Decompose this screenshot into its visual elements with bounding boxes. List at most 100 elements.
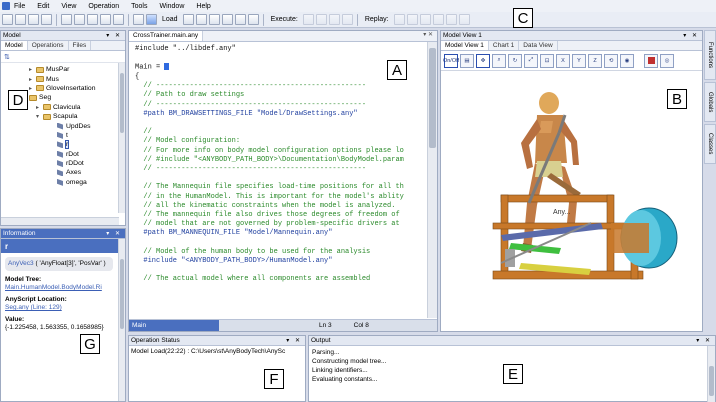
camera-icon[interactable]: ◉ (620, 53, 634, 68)
cut-icon[interactable] (61, 14, 72, 25)
load-button[interactable]: Load (162, 16, 178, 23)
redo-icon[interactable] (113, 14, 124, 25)
tree-item[interactable]: ▾ Scapula (1, 112, 117, 121)
save-all-icon[interactable] (41, 14, 52, 25)
view-y-icon[interactable]: Y (572, 53, 586, 68)
tree-item[interactable]: UpdDes (1, 121, 117, 130)
expand-icon[interactable]: ▸ (36, 104, 43, 111)
tree-item[interactable]: rDot (1, 150, 117, 159)
align-icon[interactable] (195, 14, 207, 25)
code-line[interactable]: Main = (135, 63, 427, 73)
replay-last-icon[interactable] (445, 14, 457, 25)
tab-operations[interactable]: Operations (28, 41, 69, 50)
load-model-icon[interactable] (146, 14, 157, 25)
code-line[interactable] (135, 174, 427, 183)
code-line[interactable]: #include "<ANYBODY_PATH_BODY>/HumanModel… (135, 257, 427, 266)
code-line[interactable] (135, 266, 427, 275)
rotate-icon[interactable]: ↻ (508, 53, 522, 68)
view-settings-icon[interactable]: ▤ (460, 53, 474, 68)
code-line[interactable]: // -------------------------------------… (135, 82, 427, 91)
menu-window[interactable]: Window (159, 3, 184, 10)
comment-icon[interactable] (208, 14, 220, 25)
replay-play-icon[interactable] (419, 14, 431, 25)
break-icon[interactable] (341, 14, 353, 25)
code-line[interactable]: // The mannequin file also drives those … (135, 211, 427, 220)
code-line[interactable] (135, 54, 427, 63)
side-tab-globals[interactable]: Globals (704, 82, 716, 122)
panel-controls[interactable]: ▾ ✕ (683, 32, 702, 39)
view-x-icon[interactable]: X (556, 53, 570, 68)
code-line[interactable]: // Model configuration: (135, 137, 427, 146)
output-scrollbar[interactable] (707, 346, 715, 402)
tab-crosstrainer[interactable]: CrossTrainer.main.any (129, 31, 204, 41)
code-line[interactable]: { (135, 73, 427, 82)
record-icon[interactable] (644, 53, 658, 68)
side-tab-classes[interactable]: Classes (704, 124, 716, 164)
paste-icon[interactable] (87, 14, 98, 25)
replay-loop-icon[interactable] (458, 14, 470, 25)
tree-item[interactable]: Axes (1, 168, 117, 177)
open-folder-icon[interactable] (15, 14, 26, 25)
code-line[interactable]: #include "../libdef.any" (135, 45, 427, 54)
location-link[interactable]: Seg.any (Line: 129) (5, 304, 121, 312)
code-line[interactable]: // The Mannequin file specifies load-tim… (135, 183, 427, 192)
rotate-view-icon[interactable]: ⟲ (604, 53, 618, 68)
menu-tools[interactable]: Tools (131, 3, 147, 10)
code-line[interactable]: // all the kinematic constraints when th… (135, 202, 427, 211)
tab-data-view[interactable]: Data View (519, 41, 558, 50)
tree-item[interactable]: rDDot (1, 159, 117, 168)
menu-file[interactable]: File (14, 3, 25, 10)
uncomment-icon[interactable] (221, 14, 233, 25)
step-icon[interactable] (328, 14, 340, 25)
tab-model[interactable]: Model (1, 41, 28, 50)
side-tab-functions[interactable]: Functions (704, 30, 716, 80)
format-icon[interactable] (182, 14, 194, 25)
replay-prev-icon[interactable] (406, 14, 418, 25)
code-line[interactable]: #path BM_MANNEQUIN_FILE "Model/Mannequin… (135, 229, 427, 238)
tree-item[interactable]: ▸ MusPar (1, 65, 117, 74)
code-editor[interactable]: #include "../libdef.any" Main = { // ----… (129, 42, 427, 318)
tree-item[interactable]: omega (1, 178, 117, 187)
expand-icon[interactable]: ▸ (29, 76, 36, 83)
menu-operation[interactable]: Operation (88, 3, 119, 10)
zoom-icon[interactable]: ⌕ (492, 53, 506, 68)
expand-icon[interactable]: ▸ (29, 66, 36, 73)
code-line[interactable]: // (135, 128, 427, 137)
model-tree-link[interactable]: Main.HumanModel.BodyModel.Ri (5, 284, 121, 292)
code-line[interactable]: // -------------------------------------… (135, 101, 427, 110)
menu-view[interactable]: View (61, 3, 76, 10)
new-file-icon[interactable] (2, 14, 13, 25)
code-line[interactable]: // Model of the human body to be used fo… (135, 248, 427, 257)
menu-help[interactable]: Help (196, 3, 210, 10)
expand-icon[interactable]: ▸ (29, 85, 36, 92)
editor-scrollbar[interactable] (427, 42, 437, 318)
code-line[interactable] (135, 239, 427, 248)
sort-icon[interactable]: ⇅ (4, 53, 10, 61)
tree-item[interactable]: r (1, 140, 117, 150)
tab-files[interactable]: Files (69, 41, 92, 50)
editor-controls[interactable]: ▾ ✕ (423, 31, 437, 41)
tree-scrollbar[interactable] (118, 63, 125, 213)
replay-next-icon[interactable] (432, 14, 444, 25)
menu-edit[interactable]: Edit (37, 3, 49, 10)
indent-icon[interactable] (133, 14, 144, 25)
expand-icon[interactable]: ▾ (36, 113, 43, 120)
code-line[interactable]: // Path to draw settings (135, 91, 427, 100)
code-line[interactable] (135, 119, 427, 128)
pan-icon[interactable]: ✥ (476, 53, 490, 68)
zoom-box-icon[interactable]: ⊡ (540, 53, 554, 68)
code-line[interactable]: // model that are not governed by proble… (135, 220, 427, 229)
find-icon[interactable] (247, 14, 259, 25)
zoom-fit-icon[interactable]: ⤢ (524, 53, 538, 68)
info-scrollbar[interactable] (118, 239, 125, 401)
panel-controls[interactable]: ▾ ✕ (696, 337, 715, 344)
replay-first-icon[interactable] (393, 14, 405, 25)
snapshot-icon[interactable]: ◎ (660, 53, 674, 68)
panel-controls[interactable]: ▾ ✕ (106, 32, 125, 39)
tree-item[interactable]: t (1, 131, 117, 140)
view-z-icon[interactable]: Z (588, 53, 602, 68)
onoff-button[interactable]: On/Off (443, 53, 459, 68)
type-name[interactable]: AnyVec3 (8, 260, 34, 267)
code-line[interactable]: // For more info on body model configura… (135, 147, 427, 156)
stop-icon[interactable] (315, 14, 327, 25)
